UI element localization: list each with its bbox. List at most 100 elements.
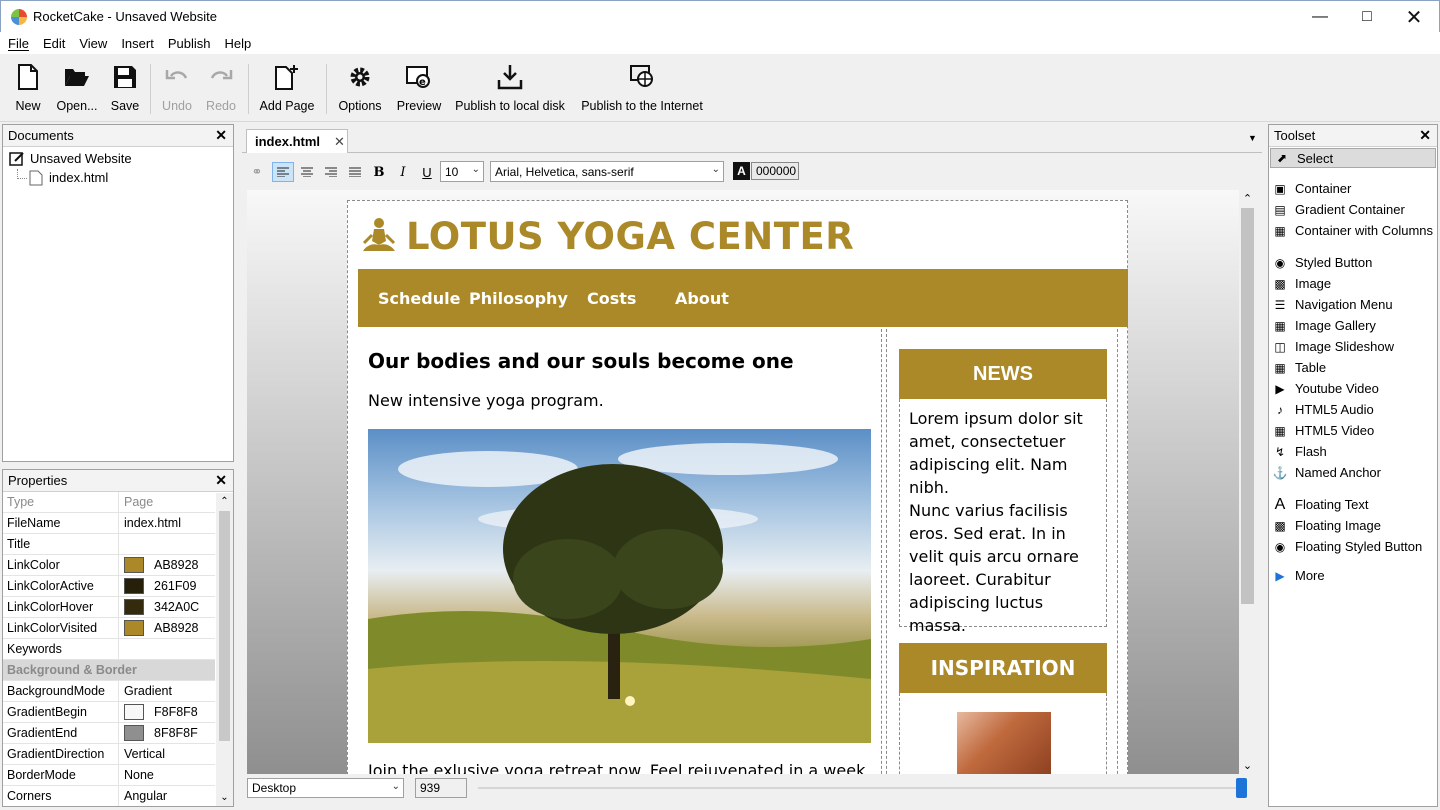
site-navigation-menu[interactable]: Schedule Philosophy Costs About <box>358 269 1128 327</box>
scroll-down-icon[interactable]: ⌄ <box>1239 759 1256 772</box>
tool-item[interactable]: ▩ Floating Image <box>1269 515 1437 536</box>
tool-item[interactable]: ◉ Styled Button <box>1269 252 1437 273</box>
main-heading[interactable]: Our bodies and our souls become one <box>368 349 794 373</box>
property-row[interactable]: Keywords <box>3 639 215 660</box>
property-value[interactable]: Vertical <box>119 744 215 764</box>
publish-internet-button[interactable]: Publish to the Internet <box>578 60 706 118</box>
property-row[interactable]: GradientDirection Vertical <box>3 744 215 765</box>
menu-view[interactable]: View <box>79 36 107 51</box>
underline-button[interactable]: U <box>416 162 438 182</box>
bold-button[interactable]: B <box>368 162 390 182</box>
tool-item[interactable]: A Floating Text <box>1269 494 1437 515</box>
maximize-button[interactable]: □ <box>1344 1 1390 33</box>
inspiration-title[interactable]: INSPIRATION <box>899 643 1107 693</box>
property-value[interactable]: 8F8F8F <box>119 723 215 743</box>
font-family-select[interactable]: Arial, Helvetica, sans-serif ⌄ <box>490 161 724 182</box>
property-row[interactable]: GradientBegin F8F8F8 <box>3 702 215 723</box>
text-color-value[interactable]: 000000 <box>751 162 799 180</box>
main-subheading[interactable]: New intensive yoga program. <box>368 391 604 410</box>
property-value[interactable]: Angular <box>119 786 215 806</box>
scroll-down-icon[interactable]: ⌄ <box>216 792 233 803</box>
property-row[interactable]: Title <box>3 534 215 555</box>
property-value[interactable]: 261F09 <box>119 576 215 596</box>
property-value[interactable] <box>119 534 215 554</box>
color-swatch[interactable] <box>124 704 144 720</box>
color-swatch[interactable] <box>124 599 144 615</box>
property-section-header[interactable]: Background & Border <box>3 660 215 681</box>
tab-list-dropdown-icon[interactable]: ▼ <box>1248 133 1257 143</box>
text-color-icon[interactable]: A <box>733 162 750 180</box>
menu-insert[interactable]: Insert <box>121 36 154 51</box>
nav-item-philosophy[interactable]: Philosophy <box>469 289 568 308</box>
property-value[interactable]: 342A0C <box>119 597 215 617</box>
tool-item[interactable]: ♪ HTML5 Audio <box>1269 399 1437 420</box>
property-value[interactable]: None <box>119 765 215 785</box>
tool-select[interactable]: ⬈ Select <box>1270 148 1436 168</box>
tool-item[interactable]: ☰ Navigation Menu <box>1269 294 1437 315</box>
view-mode-select[interactable]: Desktop ⌄ <box>247 778 404 798</box>
property-row[interactable]: FileName index.html <box>3 513 215 534</box>
page-width-field[interactable]: 939 <box>415 778 467 798</box>
add-page-button[interactable]: Add Page <box>256 60 318 118</box>
property-value[interactable]: AB8928 <box>119 618 215 638</box>
close-tab-icon[interactable]: ✕ <box>334 134 345 150</box>
tree-root-website[interactable]: Unsaved Website <box>9 149 233 168</box>
align-right-button[interactable] <box>320 162 342 182</box>
property-row[interactable]: BorderMode None <box>3 765 215 786</box>
site-brand-title[interactable]: LOTUS YOGA CENTER <box>406 215 854 258</box>
tool-item[interactable]: ▦ HTML5 Video <box>1269 420 1437 441</box>
close-properties-icon[interactable]: ✕ <box>215 472 227 489</box>
news-box[interactable]: Lorem ipsum dolor sit amet, consectetuer… <box>899 399 1107 635</box>
property-row[interactable]: BackgroundMode Gradient <box>3 681 215 702</box>
scroll-up-icon[interactable]: ⌃ <box>1239 192 1256 205</box>
scroll-thumb[interactable] <box>219 511 230 741</box>
tool-item[interactable]: ◉ Floating Styled Button <box>1269 536 1437 557</box>
menu-publish[interactable]: Publish <box>168 36 211 51</box>
tool-item[interactable]: ⚓ Named Anchor <box>1269 462 1437 483</box>
nav-item-about[interactable]: About <box>675 289 729 308</box>
property-value[interactable]: Gradient <box>119 681 215 701</box>
color-swatch[interactable] <box>124 557 144 573</box>
open-button[interactable]: Open... <box>54 60 100 118</box>
page-container[interactable]: LOTUS YOGA CENTER Schedule Philosophy Co… <box>347 200 1128 774</box>
tool-item[interactable]: ▶ Youtube Video <box>1269 378 1437 399</box>
options-button[interactable]: Options <box>334 60 386 118</box>
property-row[interactable]: LinkColorVisited AB8928 <box>3 618 215 639</box>
align-left-button[interactable] <box>272 162 294 182</box>
color-swatch[interactable] <box>124 578 144 594</box>
menu-file[interactable]: File <box>8 36 29 51</box>
minimize-button[interactable]: — <box>1297 1 1343 33</box>
property-value[interactable]: F8F8F8 <box>119 702 215 722</box>
font-size-select[interactable]: 10 ⌄ <box>440 161 484 182</box>
main-content-column[interactable]: Our bodies and our souls become one New … <box>358 329 882 774</box>
new-button[interactable]: New <box>10 60 46 118</box>
save-button[interactable]: Save <box>108 60 142 118</box>
design-canvas[interactable]: LOTUS YOGA CENTER Schedule Philosophy Co… <box>247 190 1239 774</box>
preview-button[interactable]: e Preview <box>394 60 444 118</box>
properties-scrollbar[interactable]: ⌃ ⌄ <box>216 493 233 806</box>
main-body-text[interactable]: Join the exlusive yoga retreat now. Feel… <box>368 761 870 774</box>
tool-item[interactable]: ▩ Image <box>1269 273 1437 294</box>
color-swatch[interactable] <box>124 620 144 636</box>
sidebar-column[interactable]: NEWS Lorem ipsum dolor sit amet, consect… <box>886 329 1118 774</box>
scroll-up-icon[interactable]: ⌃ <box>216 496 233 507</box>
undo-button[interactable]: Undo <box>158 60 196 118</box>
property-row[interactable]: LinkColor AB8928 <box>3 555 215 576</box>
property-value[interactable] <box>119 639 215 659</box>
menu-help[interactable]: Help <box>224 36 251 51</box>
tree-page-item[interactable]: index.html <box>9 168 233 187</box>
color-swatch[interactable] <box>124 725 144 741</box>
close-documents-icon[interactable]: ✕ <box>215 127 227 144</box>
nav-item-schedule[interactable]: Schedule <box>378 289 460 308</box>
inspiration-box[interactable] <box>899 693 1107 774</box>
scroll-thumb[interactable] <box>1241 208 1254 604</box>
tool-item[interactable]: ▤ Gradient Container <box>1269 199 1437 220</box>
align-justify-button[interactable] <box>344 162 366 182</box>
tool-more[interactable]: ▶ More <box>1269 565 1437 586</box>
tool-item[interactable]: ▦ Container with Columns <box>1269 220 1437 241</box>
redo-button[interactable]: Redo <box>202 60 240 118</box>
hero-tree-image[interactable] <box>368 429 871 743</box>
tab-index-html[interactable]: index.html ✕ <box>246 129 348 153</box>
canvas-vertical-scrollbar[interactable]: ⌃ ⌄ <box>1239 190 1256 774</box>
inspiration-rock-image[interactable] <box>957 712 1051 774</box>
